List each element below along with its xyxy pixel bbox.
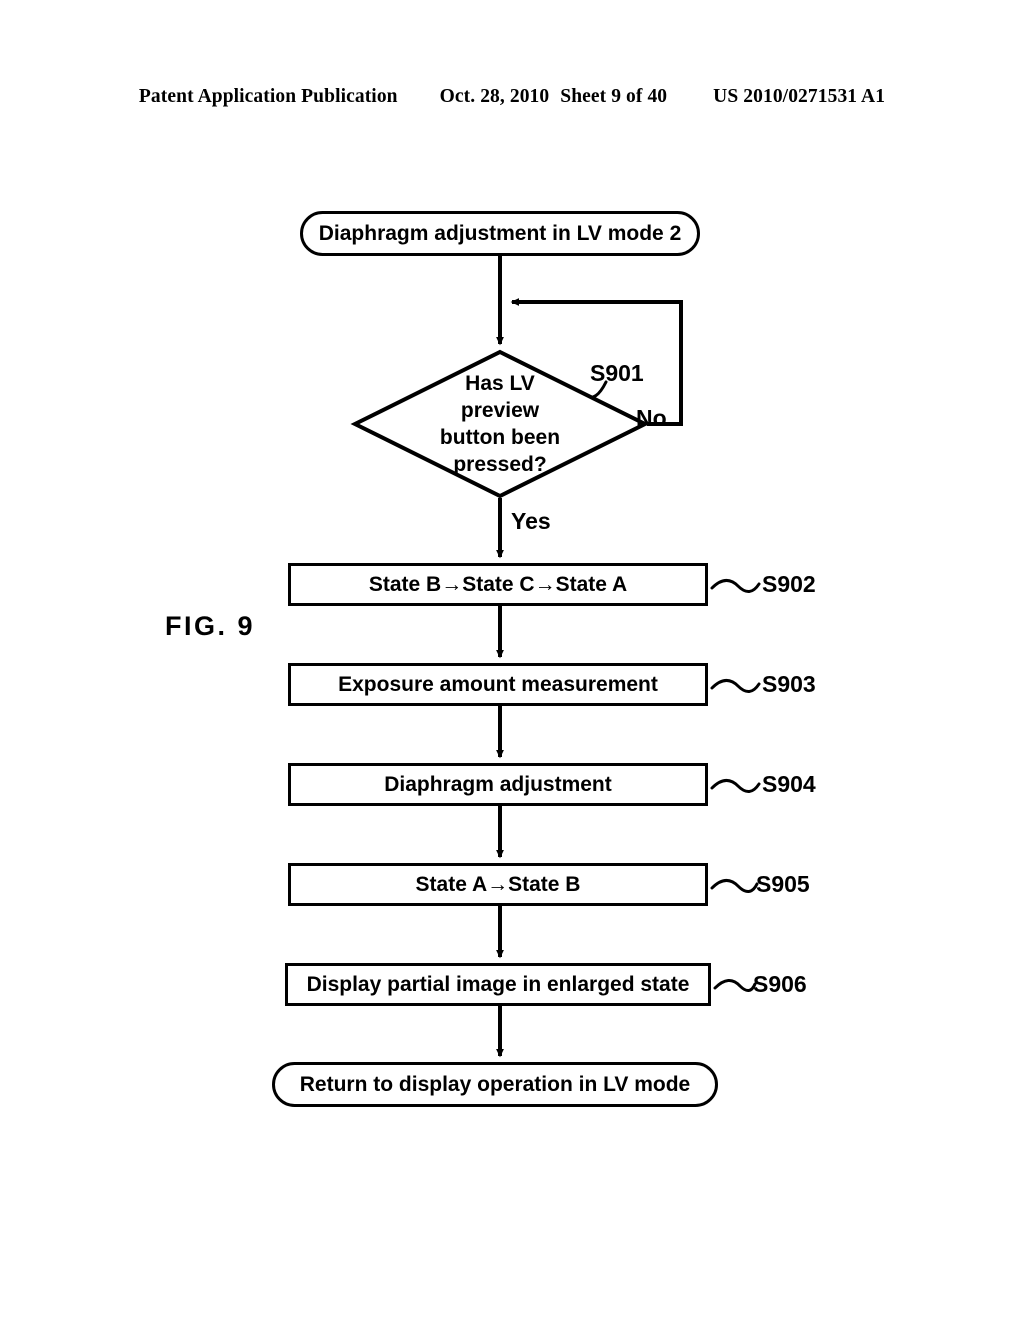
flow-step-s902: State B→State C→State A [288, 563, 708, 606]
flow-step-s906-label: Display partial image in enlarged state [306, 972, 690, 996]
branch-label-yes: Yes [511, 508, 551, 534]
flow-start-terminator: Diaphragm adjustment in LV mode 2 [300, 211, 700, 256]
flow-step-s906: Display partial image in enlarged state [285, 963, 711, 1006]
step-ref-s901: S901 [590, 360, 644, 386]
flow-end-terminator: Return to display operation in LV mode [272, 1062, 718, 1107]
leader-line-s905 [710, 879, 759, 893]
step-ref-s902: S902 [762, 571, 816, 597]
step-ref-s903: S903 [762, 671, 816, 697]
flow-step-s903: Exposure amount measurement [288, 663, 708, 706]
flow-end-label: Return to display operation in LV mode [299, 1072, 691, 1096]
flow-step-s903-label: Exposure amount measurement [338, 672, 658, 696]
flow-step-s904-label: Diaphragm adjustment [384, 772, 612, 796]
leader-line-s903 [710, 679, 761, 693]
flow-start-label: Diaphragm adjustment in LV mode 2 [318, 221, 682, 245]
flow-step-s905: State A→State B [288, 863, 708, 906]
patent-drawing-page: Patent Application Publication Oct. 28, … [0, 0, 1024, 1320]
flowchart-connectors [496, 256, 761, 1058]
figure-label: FIG. 9 [165, 611, 256, 641]
flow-step-s902-label: State B→State C→State A [368, 572, 628, 596]
step-ref-s904: S904 [762, 771, 816, 797]
flow-step-s904: Diaphragm adjustment [288, 763, 708, 806]
flow-step-s905-label: State A→State B [415, 872, 581, 896]
header-date-text: Oct. 28, 2010 [439, 86, 550, 107]
header-sheet-text: Sheet 9 of 40 [560, 86, 668, 107]
step-ref-s905: S905 [756, 871, 810, 897]
header-patent-number: US 2010/0271531 A1 [713, 86, 886, 107]
page-header: Patent Application Publication Oct. 28, … [0, 86, 1024, 112]
header-publication-text: Patent Application Publication [138, 86, 398, 107]
leader-line-s904 [710, 779, 761, 793]
branch-label-no: No [636, 405, 667, 431]
leader-line-s906 [713, 979, 757, 992]
leader-line-s902 [710, 579, 761, 593]
step-ref-s906: S906 [753, 971, 807, 997]
